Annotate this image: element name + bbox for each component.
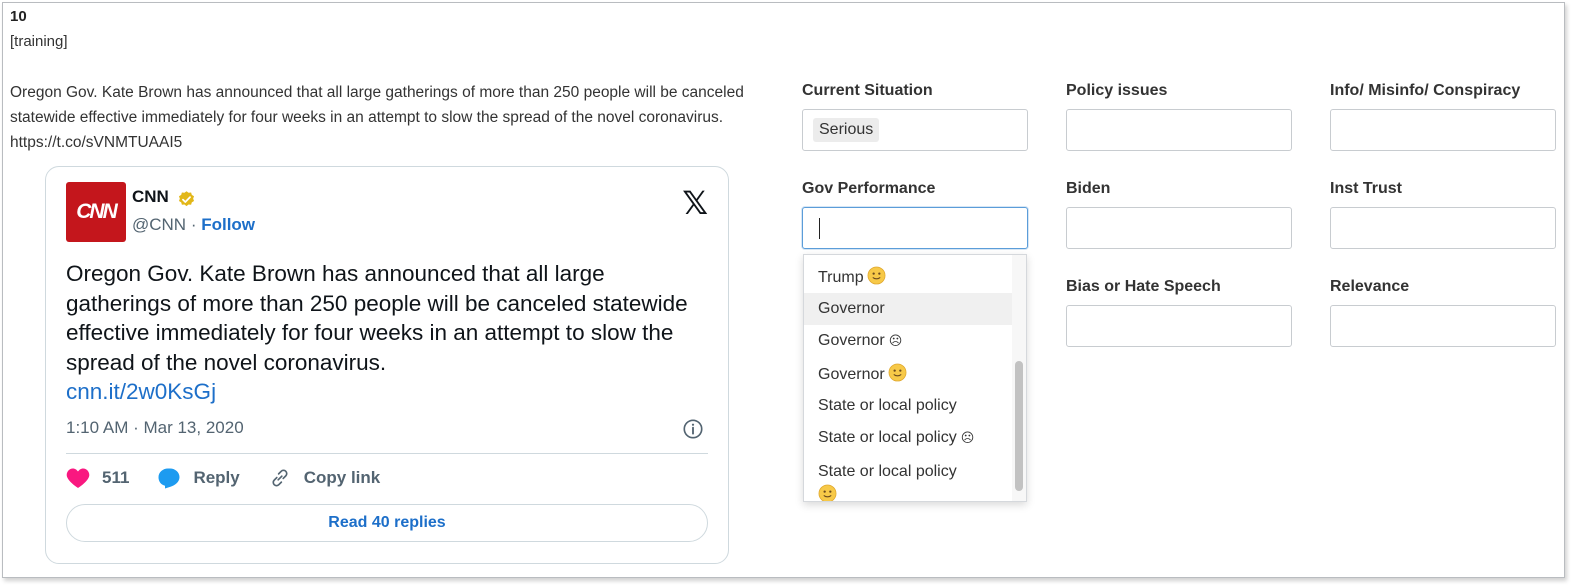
option-label: Trump xyxy=(818,269,864,286)
info-misinfo-field[interactable] xyxy=(1330,109,1556,151)
verified-badge-icon xyxy=(178,191,195,207)
heart-icon xyxy=(66,468,90,488)
option-label: Governor xyxy=(818,366,885,383)
tweet-author[interactable]: CNN xyxy=(132,187,169,207)
reply-bubble-icon xyxy=(158,468,180,489)
dropdown-option[interactable]: Governor xyxy=(804,293,1024,325)
embedded-tweet: CNN CNN @CNN · Follow 𝕏 Oregon Gov. Kate… xyxy=(45,166,729,564)
follow-link[interactable]: Follow xyxy=(201,215,255,234)
relevance-label: Relevance xyxy=(1330,278,1410,295)
tweet-handle-line: @CNN · Follow xyxy=(132,215,255,235)
current-situation-label: Current Situation xyxy=(802,82,933,99)
handle-separator: · xyxy=(186,215,202,234)
dropdown-option[interactable]: State or local policy xyxy=(804,396,1024,416)
tweet-link[interactable]: cnn.it/2w0KsGj xyxy=(66,377,706,407)
like-count: 511 xyxy=(102,468,130,487)
option-label: State or local policy xyxy=(818,397,957,414)
tweet-body: Oregon Gov. Kate Brown has announced tha… xyxy=(66,259,706,407)
tweet-handle[interactable]: @CNN xyxy=(132,215,186,234)
tweet-actions: 511 Reply Copy link xyxy=(66,467,408,489)
info-misinfo-label: Info/ Misinfo/ Conspiracy xyxy=(1330,82,1521,99)
link-icon xyxy=(272,469,288,487)
option-label: State or local policy xyxy=(818,463,957,480)
item-tag: [training] xyxy=(10,33,68,50)
dropdown-scrollbar-thumb[interactable] xyxy=(1015,361,1023,491)
read-replies-button[interactable]: Read 40 replies xyxy=(66,504,708,542)
item-number: 10 xyxy=(10,8,27,25)
dropdown-option[interactable]: State or local policy xyxy=(804,460,1024,501)
slightly-smiling-face-icon xyxy=(867,266,886,285)
tweet-divider xyxy=(66,453,708,454)
frowning-face-icon: ☹ xyxy=(960,431,975,446)
option-label: Governor xyxy=(818,332,885,349)
like-action[interactable]: 511 xyxy=(66,467,129,489)
slightly-smiling-face-icon xyxy=(818,484,837,501)
policy-issues-label: Policy issues xyxy=(1066,82,1168,99)
policy-issues-field[interactable] xyxy=(1066,109,1292,151)
x-logo-icon[interactable]: 𝕏 xyxy=(682,184,708,222)
dropdown-option[interactable]: Governor xyxy=(804,363,1024,385)
info-icon[interactable] xyxy=(682,418,704,440)
biden-label: Biden xyxy=(1066,180,1111,197)
inst-trust-label: Inst Trust xyxy=(1330,180,1403,197)
reply-label: Reply xyxy=(193,468,240,487)
slightly-smiling-face-icon xyxy=(888,363,907,382)
copy-link-label: Copy link xyxy=(303,468,381,487)
reply-action[interactable]: Reply xyxy=(157,467,240,489)
bias-hate-label: Bias or Hate Speech xyxy=(1066,278,1221,295)
dropdown-option[interactable]: Trump xyxy=(804,266,1024,288)
cnn-avatar[interactable]: CNN xyxy=(66,182,126,242)
relevance-field[interactable] xyxy=(1330,305,1556,347)
tweet-text: Oregon Gov. Kate Brown has announced tha… xyxy=(66,261,688,375)
current-situation-field[interactable]: Serious xyxy=(802,109,1028,151)
biden-field[interactable] xyxy=(1066,207,1292,249)
bias-hate-field[interactable] xyxy=(1066,305,1292,347)
option-label: State or local policy xyxy=(818,429,957,446)
gov-performance-label: Gov Performance xyxy=(802,180,936,197)
dropdown-option[interactable]: State or local policy ☹ xyxy=(804,428,1024,449)
gov-performance-field[interactable] xyxy=(802,207,1028,249)
dropdown-scrollbar[interactable] xyxy=(1012,255,1026,501)
tweet-timestamp[interactable]: 1:10 AM · Mar 13, 2020 xyxy=(66,418,244,438)
copy-link-action[interactable]: Copy link xyxy=(268,467,381,489)
item-text: Oregon Gov. Kate Brown has announced tha… xyxy=(10,84,744,151)
selected-tag[interactable]: Serious xyxy=(813,118,880,142)
inst-trust-field[interactable] xyxy=(1330,207,1556,249)
dropdown-option[interactable]: Governor ☹ xyxy=(804,331,1024,352)
text-caret xyxy=(819,218,820,239)
option-label: Governor xyxy=(818,300,885,317)
gov-performance-dropdown[interactable]: Trump Governor Governor ☹ Governor State … xyxy=(803,254,1027,502)
frowning-face-icon: ☹ xyxy=(888,334,903,349)
